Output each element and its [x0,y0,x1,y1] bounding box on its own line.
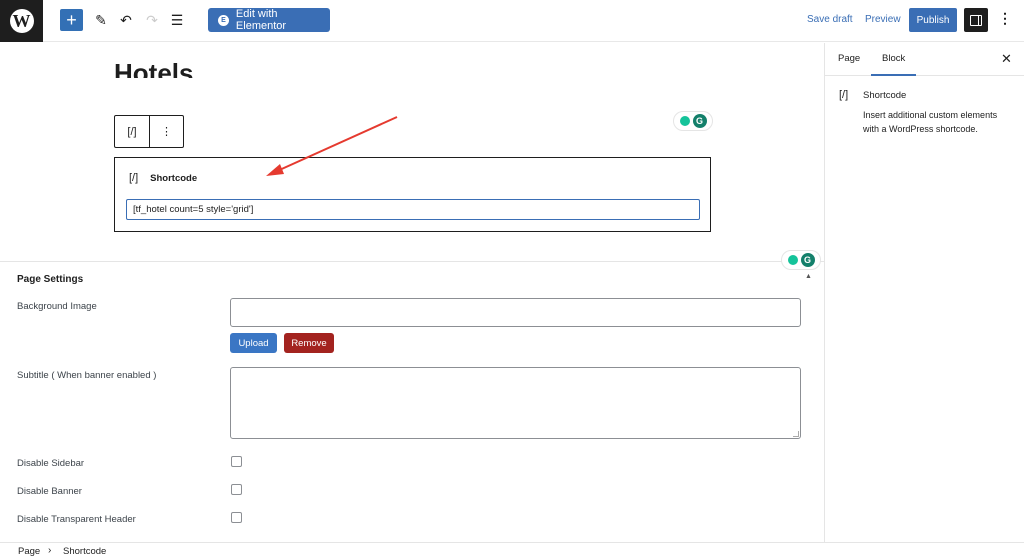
vertical-ellipsis-icon: ⋮ [998,10,1012,26]
vertical-ellipsis-icon: ⋮ [160,126,172,138]
undo-button[interactable]: ↶ [118,10,134,30]
page-settings-panel: Page Settings ▲ Background Image Upload … [0,261,824,542]
settings-toggle-button[interactable] [964,8,988,32]
subtitle-label: Subtitle ( When banner enabled ) [17,370,157,381]
disable-banner-checkbox[interactable] [231,484,242,495]
elementor-icon: E [218,14,229,26]
sidebar-tabs: Page Block ✕ [825,43,1024,76]
shortcode-icon: [/] [839,89,849,101]
grammarly-icon: G [800,253,815,267]
options-menu-button[interactable]: ⋮ [998,10,1012,27]
wordpress-logo-icon: W [9,9,34,33]
sidebar-panel-icon [970,14,982,26]
disable-transparent-header-label: Disable Transparent Header [17,514,136,525]
background-image-label: Background Image [17,301,97,312]
background-image-input[interactable] [230,298,801,327]
plus-icon: + [66,10,77,30]
wordpress-logo-button[interactable]: W [0,0,43,42]
save-draft-button[interactable]: Save draft [807,14,853,25]
collapse-toggle[interactable]: ▲ [805,273,812,280]
block-card-title: Shortcode [863,90,907,101]
tools-button[interactable]: ✎ [93,10,109,30]
undo-icon: ↶ [120,11,132,28]
lightbulb-icon [679,116,690,126]
breadcrumb-item-shortcode[interactable]: Shortcode [63,546,106,557]
pencil-icon: ✎ [95,11,107,28]
page-title[interactable]: Hotels [114,56,193,78]
shortcode-icon: [/] [129,172,139,184]
editor-header: W + ✎ ↶ ↷ ☰ E Edit with Elementor Save d… [0,0,1024,42]
list-view-icon: ☰ [170,11,184,28]
upload-button[interactable]: Upload [230,333,277,353]
block-options-button[interactable]: ⋮ [148,116,183,147]
shortcode-block-label: Shortcode [150,172,198,184]
shortcode-block[interactable]: [/] Shortcode [114,157,711,232]
page-settings-title: Page Settings [17,274,84,285]
grammarly-widget[interactable]: G [781,250,821,270]
tab-page[interactable]: Page [838,53,860,64]
redo-button[interactable]: ↷ [144,10,160,30]
block-card-description: Insert additional custom elements with a… [863,110,998,134]
edit-with-elementor-button[interactable]: E Edit with Elementor [208,8,330,32]
resize-handle-icon[interactable] [793,431,799,437]
close-sidebar-button[interactable]: ✕ [1001,51,1012,67]
disable-banner-label: Disable Banner [17,486,82,497]
close-icon: ✕ [1001,51,1012,66]
block-toolbar: [/] ⋮ [114,115,184,148]
preview-button[interactable]: Preview [865,14,901,25]
shortcode-block-header: [/] Shortcode [129,172,197,184]
list-view-button[interactable]: ☰ [169,10,185,30]
block-breadcrumb: Page › Shortcode [0,542,1024,560]
edit-with-elementor-label: Edit with Elementor [235,8,287,32]
redo-icon: ↷ [146,11,158,28]
shortcode-icon: [/] [127,125,137,138]
lightbulb-icon [787,255,798,265]
subtitle-textarea[interactable] [230,367,801,439]
breadcrumb-item-page[interactable]: Page [18,546,40,557]
shortcode-input[interactable] [126,199,700,220]
grammarly-icon: G [692,114,707,128]
grammarly-widget[interactable]: G [673,111,713,131]
settings-sidebar: Page Block ✕ [/] Shortcode Insert additi… [824,43,1024,542]
disable-sidebar-checkbox[interactable] [231,456,242,467]
block-inserter-button[interactable]: + [60,9,83,31]
remove-button[interactable]: Remove [284,333,334,353]
disable-sidebar-label: Disable Sidebar [17,458,85,469]
chevron-right-icon: › [48,545,52,556]
caret-up-icon: ▲ [805,273,812,280]
tab-block[interactable]: Block [870,53,917,76]
publish-button[interactable]: Publish [909,8,957,32]
disable-transparent-header-checkbox[interactable] [231,512,242,523]
block-type-button[interactable]: [/] [115,116,149,147]
